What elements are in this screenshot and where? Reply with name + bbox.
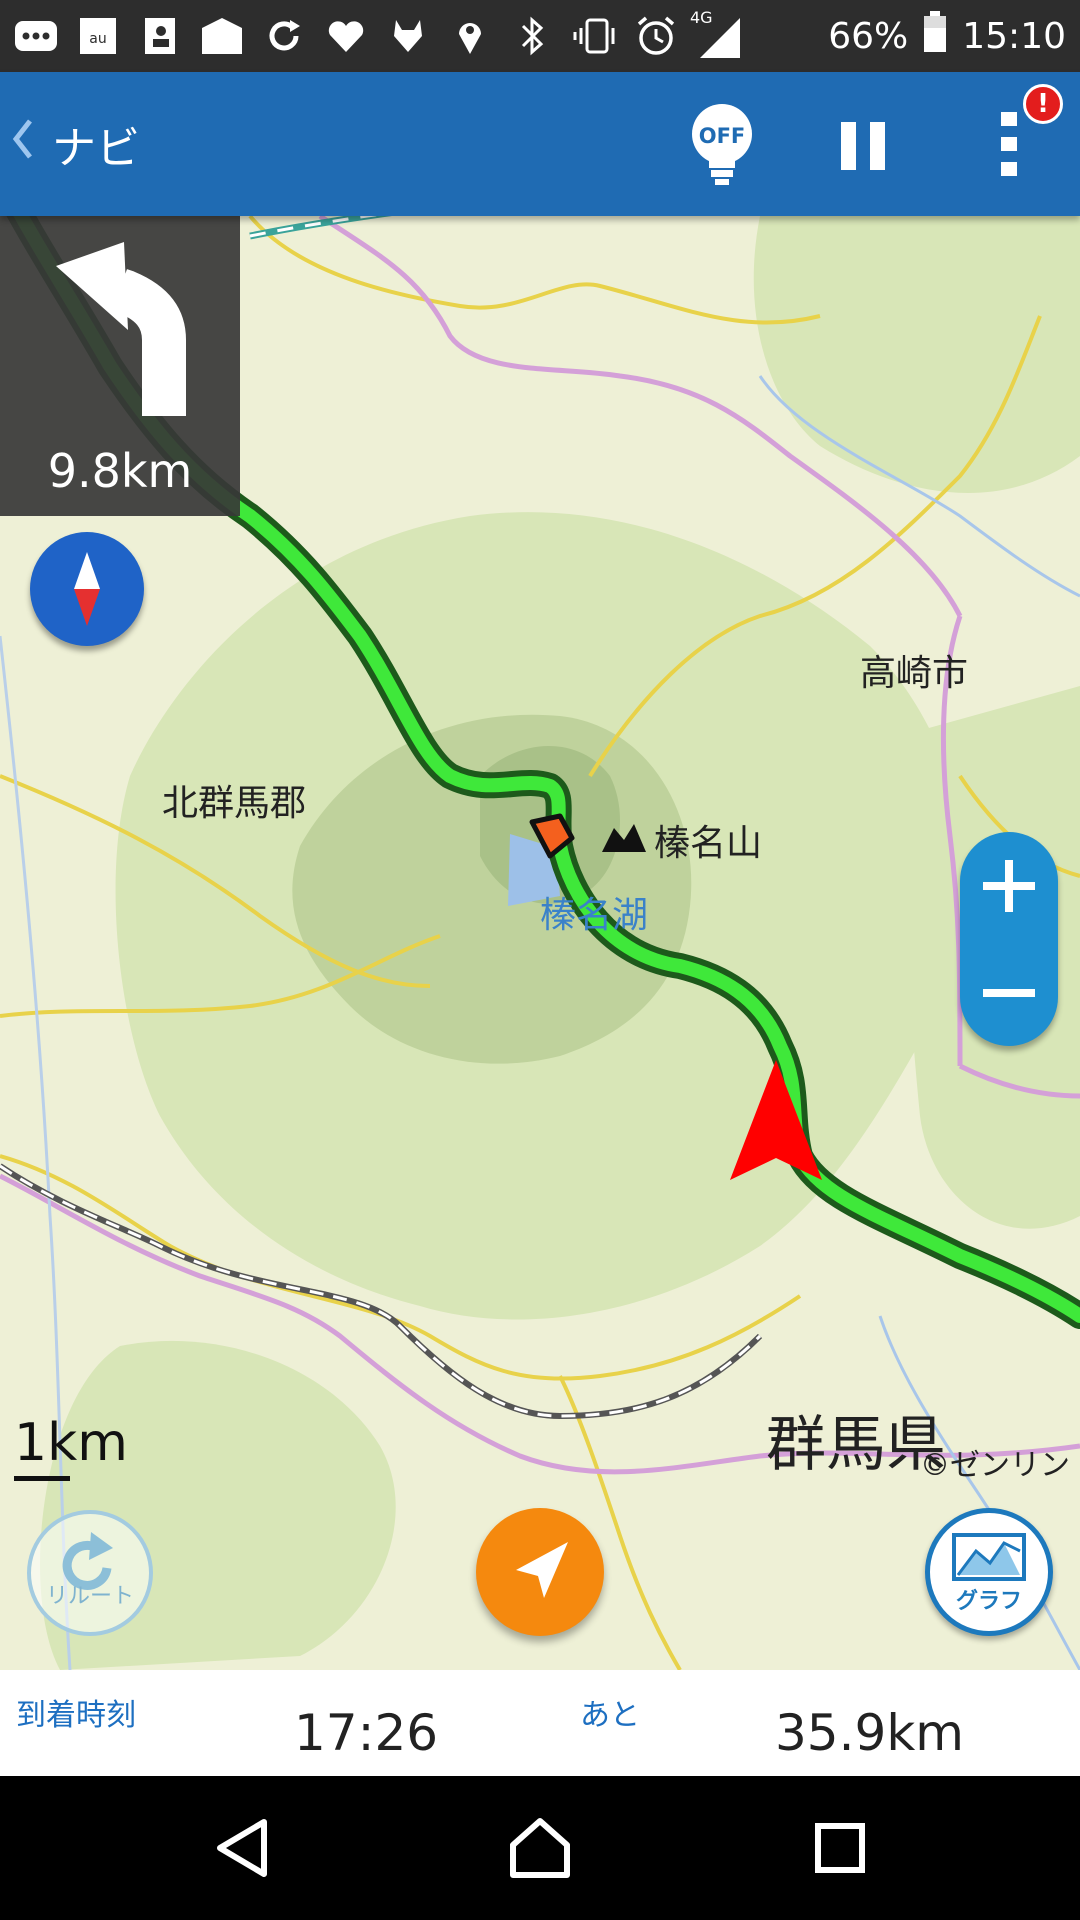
bluetooth-icon [510, 14, 554, 58]
vibrate-icon [572, 14, 616, 58]
clock: 15:10 [962, 15, 1066, 57]
current-location-button[interactable] [476, 1508, 604, 1636]
sync-icon [262, 14, 306, 58]
reroute-button[interactable]: リルート [27, 1510, 153, 1636]
home-icon [510, 1818, 570, 1878]
status-bar: au 4G 66% 15:10 [0, 0, 1080, 72]
zoom-in-button[interactable] [960, 832, 1058, 939]
alert-badge-text: ! [1037, 89, 1049, 119]
label-harunasan: 榛名山 [654, 823, 763, 864]
graph-button[interactable]: グラフ [925, 1508, 1053, 1636]
recents-square-icon [815, 1823, 865, 1873]
graph-label: グラフ [955, 1589, 1022, 1614]
reroute-label: リルート [45, 1584, 134, 1609]
current-position-arrow [730, 1060, 822, 1180]
chevron-left-icon [12, 114, 34, 174]
trip-info-bar: 到着時刻 17:26 あと 35.9km [0, 1670, 1080, 1776]
navigation-arrow-icon [516, 1542, 568, 1598]
arrival-time-value: 17:26 [294, 1704, 439, 1762]
label-kitagunma: 北群馬郡 [162, 783, 307, 824]
page-title: ナビ [52, 123, 140, 174]
back-button[interactable]: ナビ [12, 112, 140, 176]
au-mail-icon [200, 14, 244, 58]
location-pin-icon [448, 14, 492, 58]
zoom-control [960, 832, 1058, 1046]
pause-button[interactable] [817, 98, 909, 190]
address-book-icon [138, 14, 182, 58]
turn-instruction-panel: 9.8km [0, 216, 240, 516]
signal-icon: 4G [690, 10, 740, 58]
waypoint-marker[interactable] [526, 812, 578, 864]
battery-percent: 66% [828, 15, 909, 57]
cat-app-icon [386, 14, 430, 58]
remaining-label: あと [580, 1698, 640, 1733]
remaining-distance-value: 35.9km [775, 1704, 964, 1762]
mountain-icon [602, 822, 646, 856]
battery-icon [922, 10, 948, 62]
label-gunma: 群馬県 [766, 1410, 946, 1480]
au-notebook-icon: au [76, 14, 120, 58]
light-toggle-button[interactable]: OFF [676, 98, 768, 190]
map-scale-bar [14, 1476, 70, 1481]
system-nav-bar [0, 1776, 1080, 1920]
arrival-time-label: 到着時刻 [16, 1698, 136, 1733]
app-toolbar: ナビ OFF ! [0, 72, 1080, 216]
turn-left-arrow-icon [56, 242, 186, 416]
notification-icons: au 4G [14, 10, 828, 58]
recents-nav-button[interactable] [780, 1776, 900, 1920]
zoom-out-button[interactable] [960, 939, 1058, 1046]
compass-icon [74, 552, 100, 626]
alert-badge: ! [1023, 84, 1063, 124]
network-type: 4G [690, 8, 713, 27]
compass-button[interactable] [30, 532, 144, 646]
back-nav-button[interactable] [182, 1776, 302, 1920]
map-copyright: ©ゼンリン [920, 1448, 1070, 1483]
label-harunako: 榛名湖 [540, 895, 649, 936]
turn-distance: 9.8km [47, 444, 193, 498]
alarm-icon [634, 14, 678, 58]
back-triangle-icon [217, 1819, 267, 1877]
heart-icon [324, 14, 368, 58]
light-toggle-label: OFF [699, 124, 746, 148]
svg-text:au: au [89, 31, 106, 47]
map-scale-label: 1km [14, 1413, 128, 1473]
home-nav-button[interactable] [480, 1776, 600, 1920]
pause-icon [841, 122, 885, 170]
lightbulb-off-icon: OFF [692, 104, 752, 185]
message-icon [14, 14, 58, 58]
minus-icon [983, 988, 1035, 997]
plus-icon [983, 859, 1035, 912]
label-takasaki: 高崎市 [860, 653, 969, 694]
